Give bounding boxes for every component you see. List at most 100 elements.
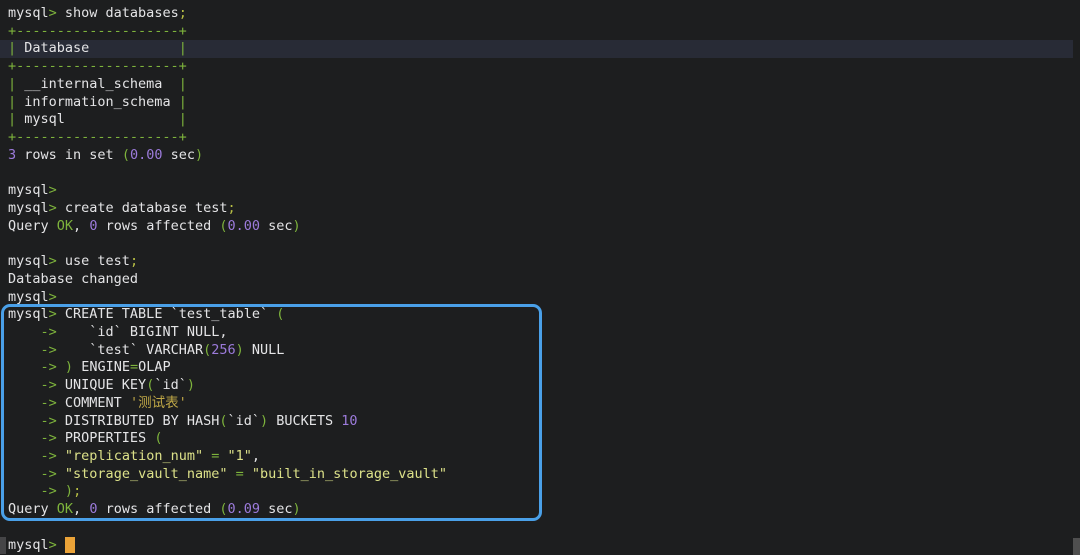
terminal-text-segment: ->: [41, 466, 57, 482]
terminal-text-segment: ;: [73, 483, 81, 499]
terminal-text-segment: [57, 359, 65, 375]
terminal-text-segment: [8, 359, 41, 375]
terminal-text-segment: rows affected: [97, 501, 219, 517]
terminal-text-segment: "replication_num": [65, 448, 203, 464]
terminal-text-segment: [8, 413, 41, 429]
result-database-changed: Database changed: [0, 271, 1080, 289]
terminal-text-segment: DISTRIBUTED BY HASH: [57, 413, 220, 429]
terminal-text-segment: OLAP: [138, 359, 171, 375]
terminal-text-segment: Query: [8, 218, 57, 234]
table-row-information-schema: | information_schema |: [0, 94, 1080, 112]
terminal-text-segment: `test` VARCHAR: [57, 342, 203, 358]
terminal-text-segment: >: [49, 306, 57, 322]
terminal-text-segment: |: [8, 94, 16, 110]
terminal-text-segment: (: [276, 306, 284, 322]
terminal-text-segment: =: [236, 466, 244, 482]
terminal-text-segment: ->: [41, 430, 57, 446]
terminal-text-segment: (: [219, 501, 227, 517]
terminal-text-segment: 0.00: [228, 218, 261, 234]
terminal-text-segment: [244, 466, 252, 482]
terminal-text-segment: 256: [211, 342, 235, 358]
blank-line: [0, 235, 1080, 253]
terminal-text-segment: 10: [341, 413, 357, 429]
table-border: +--------------------+: [0, 58, 1080, 76]
blank-line: [0, 519, 1080, 537]
terminal-text-segment: [203, 448, 211, 464]
table-row-internal-schema: | __internal_schema |: [0, 76, 1080, 94]
terminal-text-segment: ): [65, 483, 73, 499]
table-border: +--------------------+: [0, 23, 1080, 41]
terminal-text-segment: mysql: [8, 537, 49, 553]
terminal-text-segment: >: [49, 182, 57, 198]
terminal-text-segment: ->: [41, 342, 57, 358]
table-row-mysql: | mysql |: [0, 111, 1080, 129]
create-table-col-test: -> `test` VARCHAR(256) NULL: [0, 342, 1080, 360]
terminal-text-segment: mysql: [8, 306, 49, 322]
terminal-text-segment: ->: [41, 448, 57, 464]
terminal-text-segment: >: [49, 537, 57, 553]
terminal-text-segment: __internal_schema: [16, 76, 179, 92]
terminal-text-segment: |: [8, 111, 16, 127]
terminal-text-segment: ;: [130, 253, 138, 269]
terminal-text-segment: Query: [8, 501, 57, 517]
terminal-text-segment: 3: [8, 147, 16, 163]
terminal-text-segment: ENGINE: [73, 359, 130, 375]
terminal-text-segment: information_schema: [16, 94, 179, 110]
terminal-text-segment: ->: [41, 483, 57, 499]
terminal-output: mysql> show databases;+-----------------…: [0, 5, 1080, 554]
terminal-text-segment: Database changed: [8, 271, 138, 287]
create-table-storage-vault: -> "storage_vault_name" = "built_in_stor…: [0, 466, 1080, 484]
terminal-text-segment: sec: [260, 501, 293, 517]
terminal-text-segment: +--------------------+: [8, 58, 187, 74]
create-table-close: -> );: [0, 483, 1080, 501]
terminal-text-segment: (: [122, 147, 130, 163]
terminal-text-segment: BUCKETS: [268, 413, 341, 429]
terminal-text-segment: mysql: [16, 111, 179, 127]
terminal-text-segment: |: [179, 111, 187, 127]
terminal-text-segment: ->: [41, 324, 57, 340]
terminal-text-segment: `id`: [227, 413, 260, 429]
terminal-text-segment: sec: [260, 218, 293, 234]
terminal-text-segment: [8, 448, 41, 464]
terminal-text-segment: create database test: [57, 200, 228, 216]
terminal-text-segment: |: [179, 76, 187, 92]
terminal-text-segment: OK: [57, 501, 73, 517]
terminal-text-segment: NULL: [244, 342, 285, 358]
terminal-text-segment: `id`: [154, 377, 187, 393]
create-table-comment: -> COMMENT '测试表': [0, 395, 1080, 413]
terminal-text-segment: [219, 448, 227, 464]
terminal-text-segment: rows affected: [97, 218, 219, 234]
terminal-text-segment: show databases: [57, 5, 179, 21]
terminal-text-segment: =: [130, 359, 138, 375]
blank-line: [0, 164, 1080, 182]
terminal-text-segment: ): [293, 218, 301, 234]
terminal-text-segment: [57, 483, 65, 499]
terminal-text-segment: CREATE TABLE `test_table`: [57, 306, 276, 322]
result-rows-in-set: 3 rows in set (0.00 sec): [0, 147, 1080, 165]
terminal-cursor: [65, 537, 75, 553]
terminal-text-segment: ): [65, 359, 73, 375]
terminal-text-segment: ;: [179, 5, 187, 21]
terminal-text-segment: [8, 395, 41, 411]
terminal-text-segment: >: [49, 5, 57, 21]
scrollbar-thumb[interactable]: [1073, 538, 1080, 555]
terminal-text-segment: PROPERTIES: [57, 430, 155, 446]
result-query-ok-create-db: Query OK, 0 rows affected (0.00 sec): [0, 218, 1080, 236]
prompt-empty: mysql>: [0, 289, 1080, 307]
terminal-text-segment: [57, 466, 65, 482]
terminal-text-segment: [8, 377, 41, 393]
terminal-text-segment: [227, 466, 235, 482]
terminal-text-segment: |: [179, 40, 187, 56]
table-header-database: | Database |: [0, 40, 1073, 58]
terminal-text-segment: ): [195, 147, 203, 163]
terminal-text-segment: mysql: [8, 289, 49, 305]
terminal-text-segment: UNIQUE KEY: [57, 377, 146, 393]
create-table-col-id: -> `id` BIGINT NULL,: [0, 324, 1080, 342]
prompt-empty: mysql>: [0, 182, 1080, 200]
terminal-text-segment: +--------------------+: [8, 23, 187, 39]
terminal-window: mysql> show databases;+-----------------…: [0, 0, 1080, 555]
terminal-text-segment: `id` BIGINT NULL,: [57, 324, 228, 340]
terminal-text-segment: [8, 342, 41, 358]
command-create-table: mysql> CREATE TABLE `test_table` (: [0, 306, 1080, 324]
command-show-databases: mysql> show databases;: [0, 5, 1080, 23]
